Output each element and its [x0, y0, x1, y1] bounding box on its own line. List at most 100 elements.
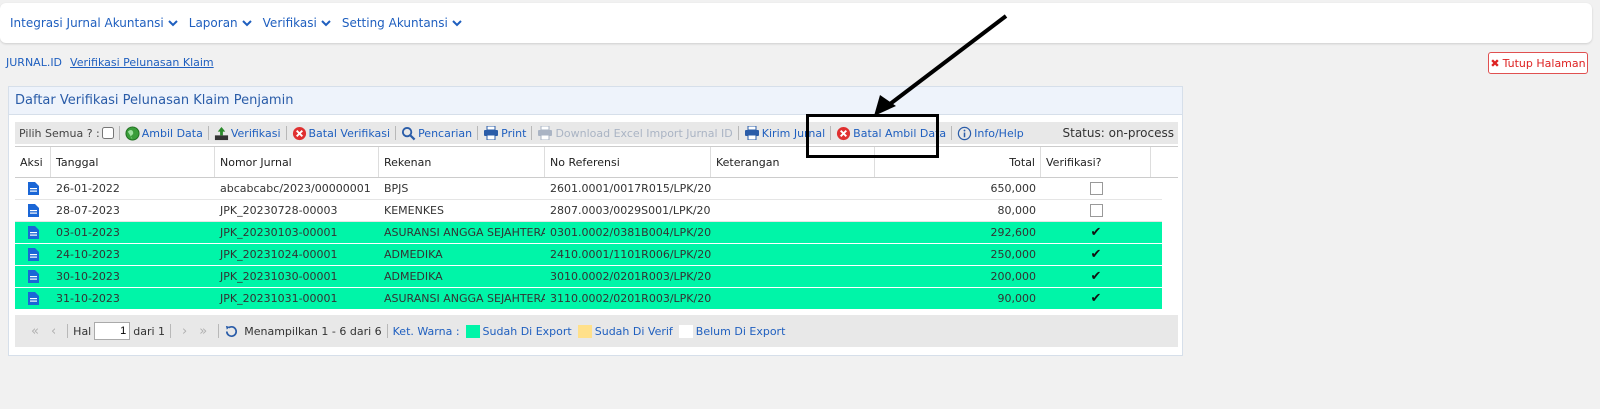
ket-warna-label: Ket. Warna :: [392, 324, 460, 338]
cancel-circle-icon: [292, 126, 306, 140]
col-verifikasi[interactable]: Verifikasi?: [1041, 147, 1151, 177]
verification-panel: Daftar Verifikasi Pelunasan Klaim Penjam…: [8, 86, 1183, 356]
cell-keterangan: [711, 266, 875, 287]
verifikasi-checkbox-checked[interactable]: ✔: [1090, 269, 1103, 284]
table-row[interactable]: 30-10-2023 JPK_20231030-00001 ADMEDIKA 3…: [15, 266, 1162, 288]
info-help-button[interactable]: Info/Help: [957, 126, 1024, 141]
panel-title: Daftar Verifikasi Pelunasan Klaim Penjam…: [9, 87, 1182, 115]
chevron-down-icon: [452, 19, 462, 26]
verifikasi-checkbox-checked[interactable]: ✔: [1090, 291, 1103, 306]
col-rekenan[interactable]: Rekenan: [379, 147, 545, 177]
prev-page-icon[interactable]: ‹: [51, 324, 56, 339]
cell-tanggal: 31-10-2023: [56, 292, 120, 305]
toolbar: Pilih Semua ? : Ambil Data Verifikasi Ba…: [15, 122, 1178, 144]
cell-rekenan: ADMEDIKA: [384, 270, 443, 283]
table-row[interactable]: 28-07-2023 JPK_20230728-00003 KEMENKES 2…: [15, 200, 1162, 222]
cell-rekenan: KEMENKES: [384, 204, 444, 217]
cell-verifikasi: ✔: [1041, 288, 1151, 309]
page-number-input[interactable]: [94, 322, 131, 340]
first-page-icon[interactable]: «: [31, 324, 39, 339]
verifikasi-checkbox-checked[interactable]: ✔: [1090, 225, 1103, 240]
cell-tanggal: 03-01-2023: [56, 226, 120, 239]
toolbar-separator: [207, 126, 209, 140]
toolbar-separator: [951, 126, 953, 140]
row-action-cell[interactable]: [15, 178, 51, 199]
nav-verifikasi[interactable]: Verifikasi: [263, 16, 331, 30]
col-aksi[interactable]: Aksi: [15, 147, 51, 177]
table-row[interactable]: 24-10-2023 JPK_20231024-00001 ADMEDIKA 2…: [15, 244, 1162, 266]
cell-tanggal: 28-07-2023: [56, 204, 120, 217]
pager-separator: [218, 324, 220, 338]
toolbar-separator: [477, 126, 479, 140]
close-page-label: Tutup Halaman: [1502, 56, 1586, 70]
breadcrumb-root[interactable]: JURNAL.ID: [6, 56, 62, 69]
cell-tanggal: 26-01-2022: [56, 182, 120, 195]
select-all: Pilih Semua ? :: [19, 127, 114, 140]
cell-no-referensi: 2410.0001/1101R006/LPK/20…: [550, 248, 711, 261]
cell-total: 90,000: [997, 292, 1037, 305]
document-icon[interactable]: [27, 182, 39, 195]
row-action-cell[interactable]: [15, 288, 51, 309]
nav-laporan[interactable]: Laporan: [189, 16, 252, 30]
verifikasi-checkbox[interactable]: [1089, 182, 1103, 195]
cell-rekenan: ADMEDIKA: [384, 248, 443, 261]
cell-no-referensi: 0301.0002/0381B004/LPK/20…: [550, 226, 711, 239]
verifikasi-button[interactable]: Verifikasi: [214, 126, 281, 141]
cell-total: 650,000: [990, 182, 1037, 195]
cell-rekenan: ASURANSI ANGGA SEJAHTERA: [384, 226, 545, 239]
chevron-down-icon: [241, 19, 252, 26]
ambil-data-button[interactable]: Ambil Data: [125, 125, 203, 141]
row-action-cell[interactable]: [15, 244, 51, 265]
chevron-down-icon: [321, 19, 331, 26]
table-row[interactable]: 26-01-2022 abcabcabc/2023/00000001 BPJS …: [15, 178, 1162, 200]
print-button[interactable]: Print: [483, 126, 526, 140]
batal-verifikasi-button[interactable]: Batal Verifikasi: [292, 126, 390, 141]
info-help-label: Info/Help: [974, 126, 1024, 140]
verifikasi-checkbox-checked[interactable]: ✔: [1090, 247, 1103, 262]
document-icon[interactable]: [27, 204, 39, 217]
breadcrumb-current[interactable]: Verifikasi Pelunasan Klaim: [70, 56, 214, 69]
cell-no-referensi: 3010.0002/0201R003/LPK/20…: [550, 270, 711, 283]
pencarian-label: Pencarian: [418, 126, 473, 140]
document-icon[interactable]: [27, 226, 39, 239]
cell-no-referensi: 3110.0002/0201R003/LPK/20…: [550, 292, 711, 305]
verifikasi-checkbox[interactable]: [1089, 204, 1103, 217]
row-action-cell[interactable]: [15, 266, 51, 287]
cell-no-referensi: 2601.0001/0017R015/LPK/20…: [550, 182, 711, 195]
cell-rekenan: BPJS: [384, 182, 409, 195]
pencarian-button[interactable]: Pencarian: [401, 126, 472, 141]
pager-separator: [67, 324, 69, 338]
toolbar-separator: [285, 126, 287, 140]
close-page-button[interactable]: ✖ Tutup Halaman: [1488, 52, 1588, 74]
col-no-referensi[interactable]: No Referensi: [545, 147, 711, 177]
col-nomor-jurnal[interactable]: Nomor Jurnal: [215, 147, 379, 177]
document-icon[interactable]: [27, 292, 39, 305]
document-icon[interactable]: [27, 270, 39, 283]
cell-nomor-jurnal: JPK_20230103-00001: [220, 226, 338, 239]
nav-label: Setting Akuntansi: [341, 16, 448, 30]
cell-verifikasi: ✔: [1041, 222, 1151, 243]
cell-total: 200,000: [990, 270, 1037, 283]
download-excel-button[interactable]: Download Excel Import Jurnal ID: [537, 126, 733, 140]
document-icon[interactable]: [27, 248, 39, 261]
nav-integrasi-jurnal[interactable]: Integrasi Jurnal Akuntansi: [10, 16, 178, 30]
printer-icon: [744, 126, 759, 140]
table-row[interactable]: 31-10-2023 JPK_20231031-00001 ASURANSI A…: [15, 288, 1162, 310]
nav-setting-akuntansi[interactable]: Setting Akuntansi: [342, 16, 462, 30]
col-tanggal[interactable]: Tanggal: [51, 147, 215, 177]
row-action-cell[interactable]: [15, 222, 51, 243]
table-row[interactable]: 03-01-2023 JPK_20230103-00001 ASURANSI A…: [15, 222, 1162, 244]
refresh-icon[interactable]: [224, 324, 239, 339]
pager-separator: [170, 324, 172, 338]
cell-no-referensi: 2807.0003/0029S001/LPK/2023: [550, 204, 711, 217]
row-action-cell[interactable]: [15, 200, 51, 221]
cell-keterangan: [711, 288, 875, 309]
close-icon: ✖: [1490, 56, 1500, 70]
of-pages-label: dari 1: [133, 324, 166, 338]
globe-icon: [125, 125, 140, 141]
last-page-icon[interactable]: »: [199, 324, 207, 339]
cell-nomor-jurnal: JPK_20231030-00001: [220, 270, 338, 283]
select-all-checkbox[interactable]: [101, 127, 114, 139]
next-page-icon[interactable]: ›: [182, 324, 187, 339]
toolbar-separator: [531, 126, 533, 140]
